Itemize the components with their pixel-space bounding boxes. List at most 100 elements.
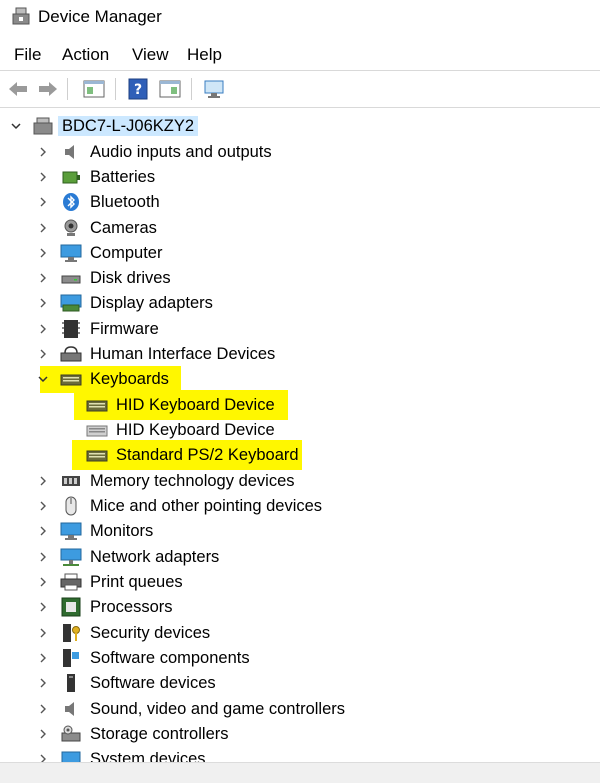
chevron-right-icon[interactable] — [37, 297, 49, 309]
chevron-right-icon[interactable] — [37, 753, 49, 762]
menu-action[interactable]: Action — [62, 45, 109, 65]
category-network[interactable]: Network adapters — [0, 545, 600, 570]
keyboard-icon — [86, 425, 108, 437]
forward-arrow-icon[interactable] — [36, 77, 60, 101]
chevron-right-icon[interactable] — [37, 652, 49, 664]
device-hid-keyboard-1[interactable]: HID Keyboard Device — [0, 390, 600, 420]
chevron-right-icon[interactable] — [37, 222, 49, 234]
storage-icon — [61, 725, 81, 742]
toolbar-separator — [115, 78, 116, 100]
category-sound-video[interactable]: Sound, video and game controllers — [0, 697, 600, 722]
category-label: Disk drives — [90, 269, 171, 287]
show-hide-console-tree-icon[interactable] — [82, 77, 106, 101]
category-display-adapters[interactable]: Display adapters — [0, 291, 600, 316]
chevron-right-icon[interactable] — [37, 196, 49, 208]
monitor-icon — [60, 522, 82, 540]
device-tree: BDC7-L-J06KZY2 Audio inputs and outputs … — [0, 108, 600, 762]
security-icon — [63, 624, 80, 642]
category-keyboards[interactable]: Keyboards — [0, 366, 600, 393]
category-disk-drives[interactable]: Disk drives — [0, 266, 600, 291]
window-title: Device Manager — [38, 7, 162, 26]
category-firmware[interactable]: Firmware — [0, 317, 600, 342]
chevron-right-icon[interactable] — [37, 677, 49, 689]
category-label: Network adapters — [90, 548, 220, 566]
device-ps2-keyboard[interactable]: Standard PS/2 Keyboard — [0, 440, 600, 470]
toolbar: ? — [0, 70, 600, 108]
chevron-right-icon[interactable] — [37, 500, 49, 512]
device-manager-icon — [12, 7, 30, 25]
chevron-right-icon[interactable] — [37, 348, 49, 360]
chevron-down-icon[interactable] — [10, 120, 22, 132]
device-label: HID Keyboard Device — [116, 396, 275, 414]
chevron-right-icon[interactable] — [37, 576, 49, 588]
scan-hardware-icon[interactable] — [202, 77, 226, 101]
speaker-icon — [65, 702, 74, 716]
category-label: Mice and other pointing devices — [90, 497, 323, 515]
menu-help[interactable]: Help — [187, 45, 222, 65]
category-batteries[interactable]: Batteries — [0, 165, 600, 190]
tree-root[interactable]: BDC7-L-J06KZY2 — [0, 114, 600, 139]
category-label: Memory technology devices — [90, 472, 295, 490]
category-label: Print queues — [90, 573, 183, 591]
category-audio[interactable]: Audio inputs and outputs — [0, 140, 600, 165]
category-processors[interactable]: Processors — [0, 595, 600, 620]
svg-text:?: ? — [134, 82, 142, 98]
category-label: Keyboards — [90, 370, 169, 388]
chevron-right-icon[interactable] — [37, 475, 49, 487]
chevron-right-icon[interactable] — [37, 247, 49, 259]
category-label: Processors — [90, 598, 173, 616]
action-pane-icon[interactable] — [158, 77, 182, 101]
category-hid[interactable]: Human Interface Devices — [0, 342, 600, 367]
menu-file[interactable]: File — [14, 45, 41, 65]
category-label: Audio inputs and outputs — [90, 143, 272, 161]
back-arrow-icon[interactable] — [6, 77, 30, 101]
chevron-right-icon[interactable] — [37, 601, 49, 613]
chevron-right-icon[interactable] — [37, 323, 49, 335]
computer-icon — [33, 117, 53, 135]
category-computer[interactable]: Computer — [0, 241, 600, 266]
chevron-right-icon[interactable] — [37, 272, 49, 284]
chevron-right-icon[interactable] — [37, 525, 49, 537]
category-mice[interactable]: Mice and other pointing devices — [0, 494, 600, 519]
toolbar-separator — [191, 78, 192, 100]
category-label: Cameras — [90, 219, 157, 237]
menu-view[interactable]: View — [132, 45, 169, 65]
processor-icon — [61, 597, 81, 617]
memory-icon — [62, 476, 80, 486]
category-label: Bluetooth — [90, 193, 160, 211]
category-print-queues[interactable]: Print queues — [0, 570, 600, 595]
menu-bar: File Action View Help — [0, 40, 600, 68]
chevron-right-icon[interactable] — [37, 146, 49, 158]
category-label: Firmware — [90, 320, 159, 338]
system-icon — [61, 751, 81, 762]
battery-icon — [62, 171, 80, 184]
chevron-down-icon[interactable] — [37, 373, 49, 385]
category-cameras[interactable]: Cameras — [0, 216, 600, 241]
category-software-components[interactable]: Software components — [0, 646, 600, 671]
mouse-icon — [65, 496, 77, 516]
category-bluetooth[interactable]: Bluetooth — [0, 190, 600, 215]
category-label: Computer — [90, 244, 163, 262]
chevron-right-icon[interactable] — [37, 728, 49, 740]
category-system-devices[interactable]: System devices — [0, 747, 600, 762]
category-security[interactable]: Security devices — [0, 621, 600, 646]
category-label: Security devices — [90, 624, 211, 642]
category-software-devices[interactable]: Software devices — [0, 671, 600, 696]
chevron-right-icon[interactable] — [37, 171, 49, 183]
help-icon[interactable]: ? — [126, 77, 150, 101]
chevron-right-icon[interactable] — [37, 703, 49, 715]
chevron-right-icon[interactable] — [37, 551, 49, 563]
monitor-icon — [60, 244, 82, 262]
camera-icon — [64, 219, 78, 236]
speaker-icon — [65, 145, 74, 159]
category-label: Software components — [90, 649, 250, 667]
category-storage[interactable]: Storage controllers — [0, 722, 600, 747]
device-label: Standard PS/2 Keyboard — [116, 446, 299, 464]
category-label: Sound, video and game controllers — [90, 700, 345, 718]
category-memory[interactable]: Memory technology devices — [0, 469, 600, 494]
printer-icon — [60, 573, 82, 591]
chevron-right-icon[interactable] — [37, 627, 49, 639]
device-label: HID Keyboard Device — [116, 421, 275, 439]
category-monitors[interactable]: Monitors — [0, 519, 600, 544]
disk-drive-icon — [61, 275, 81, 284]
